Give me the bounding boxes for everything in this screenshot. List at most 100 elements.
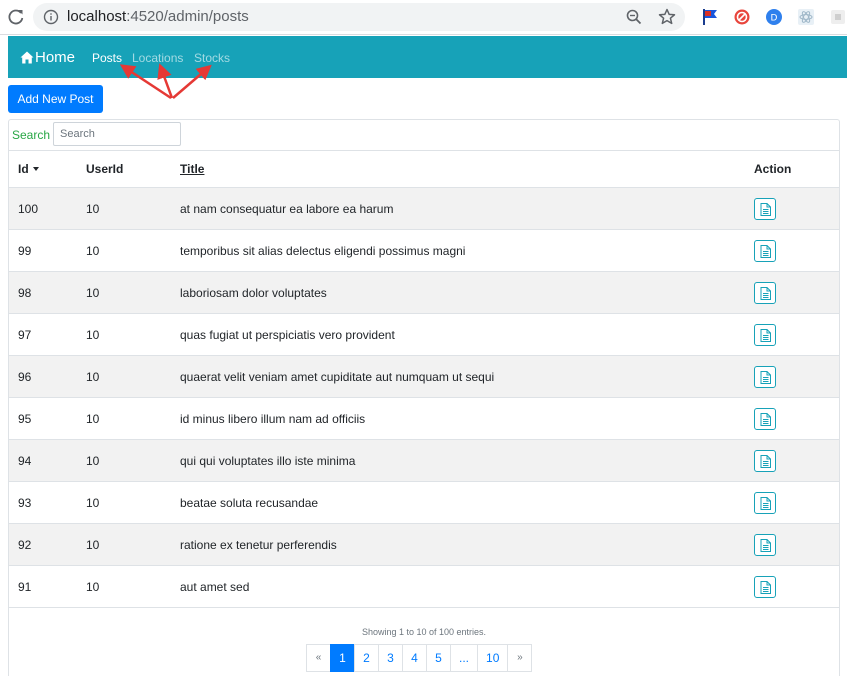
pagination: «1 2 3 4 5... 10» bbox=[306, 644, 533, 672]
svg-text:D: D bbox=[771, 14, 778, 24]
search-input[interactable] bbox=[53, 122, 181, 146]
home-icon bbox=[20, 51, 34, 64]
add-new-post-button[interactable]: Add New Post bbox=[8, 85, 103, 113]
view-post-button[interactable] bbox=[754, 449, 776, 472]
page-ellipsis[interactable]: ... bbox=[450, 644, 479, 672]
page-5[interactable]: 5 bbox=[426, 644, 451, 672]
header-userid-label: UserId bbox=[86, 162, 124, 176]
view-post-button[interactable] bbox=[754, 239, 776, 262]
cell-title: ratione ex tenetur perferendis bbox=[180, 523, 754, 566]
document-icon bbox=[760, 412, 771, 426]
sort-desc-icon bbox=[32, 167, 39, 171]
table-row: 91 10 aut amet sed bbox=[9, 565, 839, 608]
cell-title: aut amet sed bbox=[180, 565, 754, 608]
header-userid[interactable]: UserId bbox=[86, 150, 180, 188]
url-path: :4520/admin/posts bbox=[126, 8, 249, 25]
cell-action bbox=[754, 187, 839, 230]
puzzle-extension-icon[interactable] bbox=[829, 8, 847, 26]
cell-title: id minus libero illum nam ad officiis bbox=[180, 397, 754, 440]
reload-icon[interactable] bbox=[6, 7, 26, 27]
view-post-button[interactable] bbox=[754, 533, 776, 556]
cell-userid: 10 bbox=[86, 397, 180, 440]
table-row: 95 10 id minus libero illum nam ad officii… bbox=[9, 397, 839, 440]
view-post-button[interactable] bbox=[754, 323, 776, 346]
document-icon bbox=[760, 454, 771, 468]
nav-stocks[interactable]: Stocks bbox=[194, 51, 230, 65]
cell-action bbox=[754, 271, 839, 314]
cell-id: 99 bbox=[9, 229, 86, 272]
cell-title: quaerat velit veniam amet cupiditate aut… bbox=[180, 355, 754, 398]
react-extension-icon[interactable] bbox=[797, 8, 815, 26]
react-devtools-icon[interactable]: D bbox=[765, 8, 783, 26]
view-post-button[interactable] bbox=[754, 197, 776, 220]
view-post-button[interactable] bbox=[754, 491, 776, 514]
table-row: 96 10 quaerat velit veniam amet cupiditate… bbox=[9, 355, 839, 398]
page-3[interactable]: 3 bbox=[378, 644, 403, 672]
document-icon bbox=[760, 370, 771, 384]
cell-action bbox=[754, 439, 839, 482]
url-text: localhost:4520/admin/posts bbox=[67, 9, 249, 25]
flag-extension-icon[interactable] bbox=[701, 8, 719, 26]
cell-title: laboriosam dolor voluptates bbox=[180, 271, 754, 314]
cell-action bbox=[754, 229, 839, 272]
cell-userid: 10 bbox=[86, 229, 180, 272]
cell-action bbox=[754, 397, 839, 440]
header-id[interactable]: Id bbox=[9, 150, 86, 188]
view-post-button[interactable] bbox=[754, 365, 776, 388]
page-next[interactable]: » bbox=[507, 644, 533, 672]
search-label: Search bbox=[12, 128, 51, 142]
document-icon bbox=[760, 286, 771, 300]
cell-title: at nam consequatur ea labore ea harum bbox=[180, 187, 754, 230]
page-10[interactable]: 10 bbox=[477, 644, 509, 672]
view-post-button[interactable] bbox=[754, 281, 776, 304]
table-row: 92 10 ratione ex tenetur perferendis bbox=[9, 523, 839, 566]
info-icon[interactable] bbox=[43, 9, 59, 25]
cell-title: quas fugiat ut perspiciatis vero provide… bbox=[180, 313, 754, 356]
header-title[interactable]: Title bbox=[180, 150, 754, 188]
app-navbar: Home Posts Locations Stocks bbox=[8, 36, 847, 78]
blocker-extension-icon[interactable] bbox=[733, 8, 751, 26]
cell-action bbox=[754, 355, 839, 398]
table-row: 100 10 at nam consequatur ea labore ea har… bbox=[9, 187, 839, 230]
bookmark-star-icon[interactable] bbox=[657, 7, 677, 27]
nav-posts[interactable]: Posts bbox=[92, 51, 122, 65]
showing-entries: Showing 1 to 10 of 100 entries. bbox=[361, 627, 487, 637]
zoom-icon[interactable] bbox=[625, 8, 643, 26]
header-action-label: Action bbox=[754, 162, 792, 176]
address-bar[interactable]: localhost:4520/admin/posts bbox=[33, 3, 685, 31]
cell-userid: 10 bbox=[86, 313, 180, 356]
document-icon bbox=[760, 202, 771, 216]
header-title-label: Title bbox=[180, 162, 205, 176]
posts-panel: Search Id UserId Title Action 10010at na… bbox=[8, 119, 840, 676]
cell-title: temporibus sit alias delectus eligendi p… bbox=[180, 229, 754, 272]
home-brand-link[interactable]: Home bbox=[20, 49, 75, 67]
cell-userid: 10 bbox=[86, 523, 180, 566]
cell-userid: 10 bbox=[86, 481, 180, 524]
document-icon bbox=[760, 496, 771, 510]
cell-id: 92 bbox=[9, 523, 86, 566]
view-post-button[interactable] bbox=[754, 575, 776, 598]
document-icon bbox=[760, 328, 771, 342]
header-id-label: Id bbox=[18, 162, 29, 176]
cell-userid: 10 bbox=[86, 439, 180, 482]
document-icon bbox=[760, 538, 771, 552]
page-2[interactable]: 2 bbox=[354, 644, 379, 672]
nav-locations[interactable]: Locations bbox=[132, 51, 183, 65]
cell-action bbox=[754, 313, 839, 356]
table-header-row: Id UserId Title Action bbox=[9, 150, 839, 188]
table-row: 98 10 laboriosam dolor voluptates bbox=[9, 271, 839, 314]
cell-id: 94 bbox=[9, 439, 86, 482]
page-prev[interactable]: « bbox=[306, 644, 331, 672]
cell-userid: 10 bbox=[86, 565, 180, 608]
document-icon bbox=[760, 244, 771, 258]
view-post-button[interactable] bbox=[754, 407, 776, 430]
cell-id: 93 bbox=[9, 481, 86, 524]
brand-label: Home bbox=[35, 49, 76, 66]
cell-userid: 10 bbox=[86, 271, 180, 314]
cell-id: 100 bbox=[9, 187, 86, 230]
cell-id: 91 bbox=[9, 565, 86, 608]
page-4[interactable]: 4 bbox=[402, 644, 427, 672]
document-icon bbox=[760, 580, 771, 594]
table-row: 97 10 quas fugiat ut perspiciatis vero pro… bbox=[9, 313, 839, 356]
page-1[interactable]: 1 bbox=[330, 644, 355, 672]
